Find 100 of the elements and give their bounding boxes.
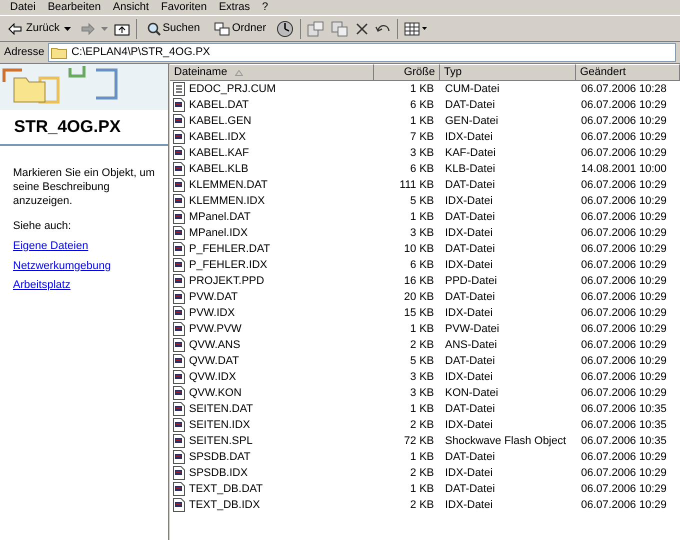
program-file-icon [173,242,185,256]
file-type: DAT-Datei [445,98,495,111]
file-name[interactable]: KABEL.DAT [189,96,249,114]
file-type: IDX-Datei [445,258,493,271]
file-size: 1 KB [410,402,434,415]
history-icon[interactable] [276,20,294,38]
file-name[interactable]: QVW.IDX [189,368,236,386]
file-date: 06.07.2006 10:29 [581,210,667,223]
program-file-icon [173,338,185,352]
file-size: 2 KB [410,418,434,431]
folders-button[interactable]: Ordner [210,18,270,40]
file-name[interactable]: EDOC_PRJ.CUM [189,80,276,98]
file-date: 06.07.2006 10:29 [581,306,667,319]
file-name[interactable]: P_FEHLER.IDX [189,256,268,274]
back-button[interactable]: Zurück [4,18,75,40]
file-size: 6 KB [410,98,434,111]
file-date: 06.07.2006 10:29 [581,194,667,207]
file-name[interactable]: KABEL.GEN [189,112,252,130]
file-name[interactable]: PROJEKT.PPD [189,272,264,290]
file-name[interactable]: SEITEN.DAT [189,400,253,418]
file-name[interactable]: SEITEN.IDX [189,416,250,434]
forward-arrow-icon[interactable] [80,22,95,34]
file-name[interactable]: PVW.IDX [189,304,235,322]
file-date: 06.07.2006 10:29 [581,258,667,271]
menu-item[interactable]: Extras [212,0,256,16]
file-size: 3 KB [410,146,434,159]
file-name[interactable]: KLEMMEN.IDX [189,192,265,210]
back-arrow-icon [8,22,22,34]
file-size: 5 KB [410,194,434,207]
file-name[interactable]: SPSDB.IDX [189,464,248,482]
file-date: 06.07.2006 10:29 [581,146,667,159]
file-name[interactable]: SPSDB.DAT [189,448,251,466]
link[interactable]: Eigene Dateien [13,238,88,254]
program-file-icon [173,466,185,480]
file-size: 15 KB [404,306,434,319]
file-date: 06.07.2006 10:29 [581,114,667,127]
column-header[interactable]: Typ [440,64,576,81]
file-name[interactable]: SEITEN.SPL [189,432,253,450]
link[interactable]: Netzwerkumgebung [13,258,111,274]
program-file-icon [173,114,185,128]
file-date: 06.07.2006 10:35 [581,418,667,431]
file-type: DAT-Datei [445,242,495,255]
views-icon[interactable] [404,22,428,36]
folder-up-icon[interactable] [114,22,130,36]
file-name[interactable]: MPanel.DAT [189,208,251,226]
file-name[interactable]: QVW.ANS [189,336,240,354]
column-header[interactable]: Größe [374,64,440,81]
program-file-icon [173,210,185,224]
file-name[interactable]: P_FEHLER.DAT [189,240,270,258]
address-field[interactable]: C:\EPLAN4\P\STR_4OG.PX [48,43,676,62]
file-size: 1 KB [410,322,434,335]
menu-item[interactable]: Ansicht [106,0,155,16]
file-name[interactable]: TEXT_DB.DAT [189,480,263,498]
search-icon [146,22,161,36]
file-name[interactable]: KLEMMEN.DAT [189,176,268,194]
text-file-icon [173,82,185,96]
delete-icon[interactable] [355,22,370,36]
file-name[interactable]: PVW.PVW [189,320,242,338]
file-type: DAT-Datei [445,482,495,495]
program-file-icon [173,306,185,320]
menu-item[interactable]: Favoriten [154,0,213,16]
program-file-icon [173,450,185,464]
file-type: IDX-Datei [445,130,493,143]
file-size: 111 KB [400,178,434,191]
file-name[interactable]: TEXT_DB.IDX [189,496,260,514]
file-name[interactable]: KABEL.KAF [189,144,249,162]
program-file-icon [173,130,185,144]
file-name[interactable]: KABEL.IDX [189,128,246,146]
program-file-icon [173,290,185,304]
caret-icon [64,26,71,30]
caret-icon[interactable] [100,26,108,30]
file-date: 06.07.2006 10:29 [581,450,667,463]
program-file-icon [173,162,185,176]
column-header[interactable]: Geändert [576,64,680,81]
menu-item[interactable]: Bearbeiten [42,0,107,16]
file-date: 06.07.2006 10:35 [581,434,667,447]
file-type: DAT-Datei [445,402,495,415]
file-name[interactable]: QVW.DAT [189,352,239,370]
file-size: 2 KB [410,466,434,479]
file-date: 06.07.2006 10:28 [581,82,667,95]
file-size: 5 KB [410,354,434,367]
menu-item[interactable]: Datei [4,0,42,16]
undo-icon[interactable] [375,22,392,34]
file-name[interactable]: MPanel.IDX [189,224,248,242]
file-size: 1 KB [410,114,434,127]
file-type: Shockwave Flash Object [445,434,566,447]
folder-icon [51,46,68,59]
menu-item[interactable]: ? [256,0,274,16]
file-size: 3 KB [410,370,434,383]
file-name[interactable]: QVW.KON [189,384,242,402]
file-date: 06.07.2006 10:29 [581,482,667,495]
file-name[interactable]: KABEL.KLB [189,160,248,178]
link[interactable]: Arbeitsplatz [13,277,70,294]
program-file-icon [173,402,185,416]
file-date: 06.07.2006 10:29 [581,226,667,239]
see-also-label: Siehe auch: [13,218,72,234]
file-type: KAF-Datei [445,146,496,159]
file-name[interactable]: PVW.DAT [189,288,238,306]
search-button[interactable]: Suchen [142,18,204,40]
column-header[interactable]: Dateiname [170,64,374,81]
